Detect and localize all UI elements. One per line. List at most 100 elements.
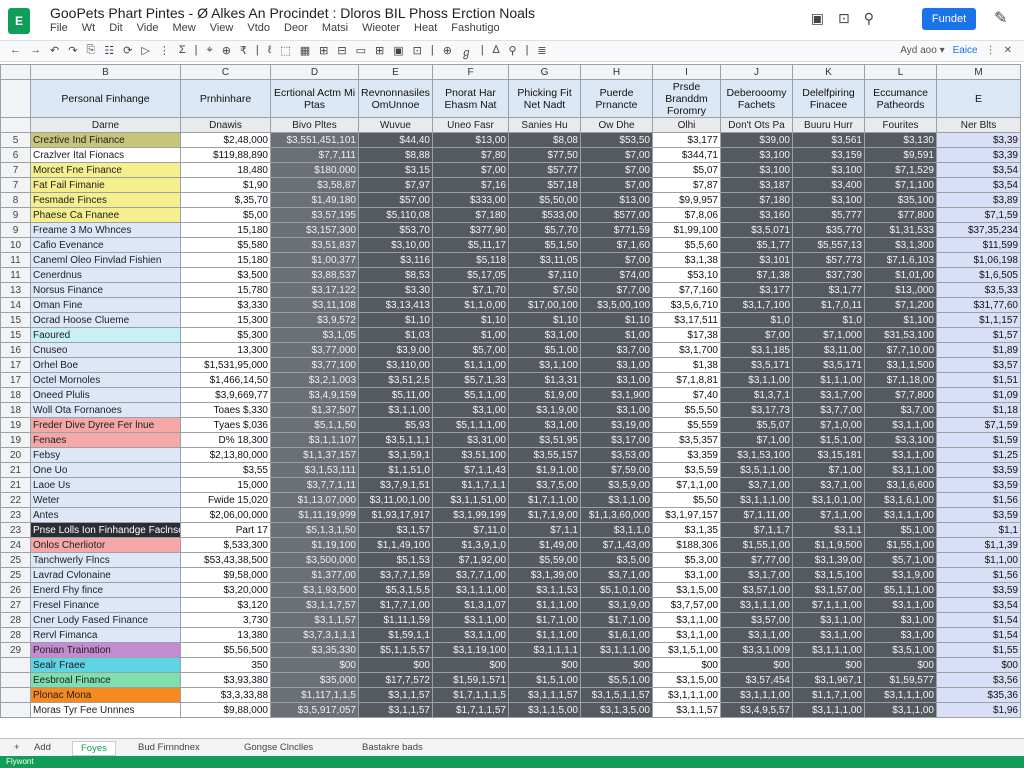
toolbar-button[interactable]: ↶	[50, 44, 59, 60]
cell-value[interactable]: $3,17,511	[652, 312, 721, 328]
cell-value[interactable]: $3,3,100	[864, 432, 937, 448]
cell-amount[interactable]: 15,300	[180, 312, 271, 328]
cell-amount[interactable]: Part 17	[180, 522, 271, 538]
cell-value[interactable]: $1,6,505	[936, 267, 1021, 283]
sheet-tab[interactable]: Bastakre bads	[354, 741, 431, 754]
cell-value[interactable]: $3,5,1,00	[864, 642, 937, 658]
cell-value[interactable]: $57,00	[358, 192, 433, 208]
cell-value[interactable]: $7,1,1,7	[720, 522, 793, 538]
cell-value[interactable]: $3,100	[792, 162, 865, 178]
cell-value[interactable]: $3,1,00	[580, 357, 653, 373]
cell-value[interactable]: $3,57,195	[270, 207, 359, 223]
cell-value[interactable]: $1,03	[358, 327, 433, 343]
row-number[interactable]: 21	[0, 477, 31, 493]
cell-value[interactable]: $3,7,57,00	[652, 597, 721, 613]
cell-value[interactable]: $7,7,160	[652, 282, 721, 298]
cell-value[interactable]: $77,800	[864, 207, 937, 223]
cell-value[interactable]: $7,00	[432, 162, 509, 178]
toolbar-button[interactable]: ⊞	[319, 44, 328, 60]
cell-value[interactable]: $5,59,00	[508, 552, 581, 568]
cell-value[interactable]: $7,1,38	[720, 267, 793, 283]
row-number[interactable]: 6	[0, 147, 31, 163]
cell-name[interactable]: Sealr Fraee	[30, 657, 181, 673]
cell-value[interactable]: $3,1,1,1,00	[580, 642, 653, 658]
cell-value[interactable]: $3,1,93,500	[270, 582, 359, 598]
cell-value[interactable]: $5,3,1,5,5	[358, 582, 433, 598]
cell-value[interactable]: $3,2,1,003	[270, 372, 359, 388]
cell-value[interactable]: $1,1,37,157	[270, 447, 359, 463]
cell-value[interactable]: $3,1,39,00	[792, 552, 865, 568]
column-letter[interactable]: H	[580, 64, 653, 80]
sheet-tab[interactable]: Foyes	[72, 741, 116, 756]
cell-amount[interactable]: 3,730	[180, 612, 271, 628]
cell-value[interactable]: $3,1,3,5,00	[580, 702, 653, 718]
category-header[interactable]	[0, 79, 31, 118]
cell-value[interactable]: $3,57	[936, 357, 1021, 373]
cell-value[interactable]: $3,54	[936, 597, 1021, 613]
row-number[interactable]: 15	[0, 312, 31, 328]
cell-value[interactable]: $53,70	[358, 222, 433, 238]
account-icon[interactable]: ✎	[994, 8, 1007, 28]
cell-value[interactable]: $577,00	[580, 207, 653, 223]
cell-value[interactable]: $7,1,529	[864, 162, 937, 178]
cell-value[interactable]: $3,17,00	[580, 432, 653, 448]
row-number[interactable]: 16	[0, 342, 31, 358]
cell-value[interactable]: $1,55	[936, 642, 1021, 658]
cell-value[interactable]: $5,50	[652, 492, 721, 508]
toolbar-button[interactable]: ⚲	[509, 44, 517, 60]
row-number[interactable]: 23	[0, 522, 31, 538]
row-number[interactable]: 10	[0, 237, 31, 253]
cell-value[interactable]: $3,5,171	[720, 357, 793, 373]
toolbar-button[interactable]: ▣	[393, 44, 403, 60]
cell-value[interactable]: $1,55,1,00	[864, 537, 937, 553]
cell-value[interactable]: $5,110,08	[358, 207, 433, 223]
cell-value[interactable]: $1,10	[580, 312, 653, 328]
row-number[interactable]: 11	[0, 252, 31, 268]
sub-header[interactable]: Olhi	[652, 117, 721, 133]
cell-value[interactable]: $3,1,5,1,1,57	[580, 687, 653, 703]
cell-value[interactable]: $377,90	[432, 222, 509, 238]
cell-amount[interactable]: $3,93,380	[180, 672, 271, 688]
cell-value[interactable]: $5,1,1,00	[432, 387, 509, 403]
row-number[interactable]: 26	[0, 582, 31, 598]
cell-value[interactable]: $3,1,05	[270, 327, 359, 343]
cell-name[interactable]: Morcet Fne Finance	[30, 162, 181, 178]
cell-value[interactable]: $7,1,1,00	[792, 507, 865, 523]
cell-value[interactable]: $1,31,533	[864, 222, 937, 238]
cell-amount[interactable]: $,533,300	[180, 537, 271, 553]
cell-value[interactable]: $5,11,00	[358, 387, 433, 403]
cell-value[interactable]: $5,1,1,1,00	[432, 417, 509, 433]
cell-value[interactable]: $00	[270, 657, 359, 673]
cell-value[interactable]: $3,77,000	[270, 342, 359, 358]
cell-value[interactable]: $1,100	[864, 312, 937, 328]
cell-value[interactable]: $3,1,5,00	[652, 582, 721, 598]
cell-value[interactable]: $1,38	[652, 357, 721, 373]
cell-amount[interactable]: 15,000	[180, 477, 271, 493]
cell-value[interactable]: $3,1,1,1,00	[720, 492, 793, 508]
row-number[interactable]: 19	[0, 417, 31, 433]
menu-item[interactable]: Deor	[284, 22, 308, 34]
cell-name[interactable]: Plonac Mona	[30, 687, 181, 703]
sub-header[interactable]: Fourites	[864, 117, 937, 133]
cell-amount[interactable]: Toaes $,330	[180, 402, 271, 418]
cell-value[interactable]: $3,1,19,100	[432, 642, 509, 658]
cell-amount[interactable]: Fwide 15,020	[180, 492, 271, 508]
cell-value[interactable]: $3,1,1,51,00	[432, 492, 509, 508]
cell-value[interactable]: $7,180	[432, 207, 509, 223]
cell-value[interactable]: $3,101	[720, 252, 793, 268]
cell-value[interactable]: $5,1,3,1,50	[270, 522, 359, 538]
cell-value[interactable]: $1,1,1,00	[432, 357, 509, 373]
cell-value[interactable]: $3,57,454	[720, 672, 793, 688]
cell-value[interactable]: $11,599	[936, 237, 1021, 253]
cell-value[interactable]: $3,551,451,101	[270, 132, 359, 148]
category-header[interactable]: Prnhinhare	[180, 79, 271, 118]
cell-value[interactable]: $7,1,00	[792, 462, 865, 478]
row-number[interactable]: 17	[0, 372, 31, 388]
sub-header[interactable]: Don't Ots Pa	[720, 117, 793, 133]
cell-value[interactable]: $3,59	[936, 462, 1021, 478]
cell-value[interactable]: $3,17,73	[720, 402, 793, 418]
cell-value[interactable]: $3,110,00	[358, 357, 433, 373]
menu-item[interactable]: Fashutigo	[451, 22, 499, 34]
cell-name[interactable]: Onlos Cherliotor	[30, 537, 181, 553]
cell-value[interactable]: $3,1,5,1,00	[652, 642, 721, 658]
